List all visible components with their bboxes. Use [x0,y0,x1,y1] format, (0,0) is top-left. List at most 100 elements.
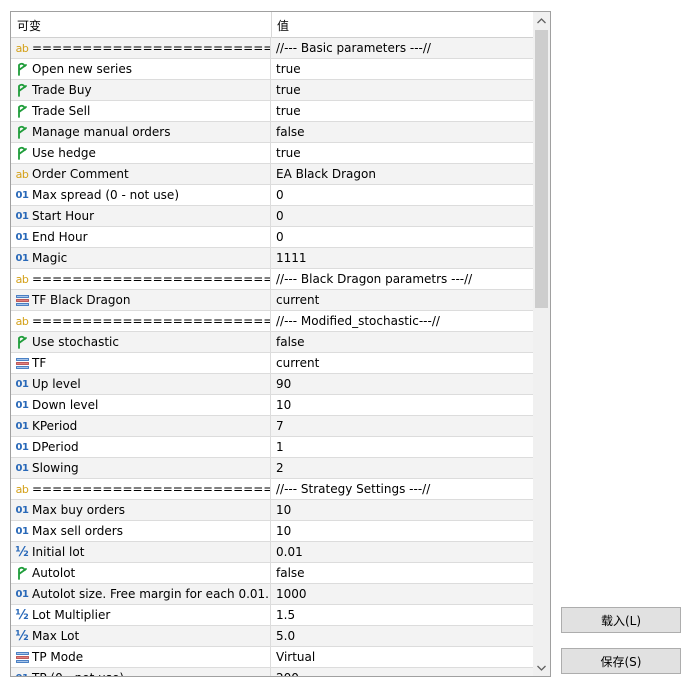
value-cell[interactable]: Virtual [273,647,534,667]
table-row[interactable]: 01 Up level 90 [11,374,534,395]
scroll-down-icon[interactable] [533,659,550,676]
table-row[interactable]: Autolot false [11,563,534,584]
variable-cell[interactable]: 01 DPeriod [11,437,271,457]
load-button[interactable]: 载入(L) [561,607,681,633]
variable-cell[interactable]: 01 Start Hour [11,206,271,226]
value-cell[interactable]: 7 [273,416,534,436]
value-cell[interactable]: current [273,353,534,373]
table-row[interactable]: Use hedge true [11,143,534,164]
variable-cell[interactable]: 01TP (0 - not use) [11,668,271,676]
table-row[interactable]: ½ Lot Multiplier 1.5 [11,605,534,626]
value-cell[interactable]: 10 [273,500,534,520]
table-row[interactable]: ab==============================//--- Bl… [11,269,534,290]
value-cell[interactable]: 200 [273,668,534,676]
column-header-variable[interactable]: 可变 [17,17,41,34]
variable-cell[interactable]: 01 Max spread (0 - not use) [11,185,271,205]
variable-cell[interactable]: Manage manual orders [11,122,271,142]
variable-cell[interactable]: ab============================== [11,38,271,58]
variable-cell[interactable]: TF [11,353,271,373]
table-row[interactable]: 01 Magic 1111 [11,248,534,269]
variable-cell[interactable]: 01 End Hour [11,227,271,247]
table-row[interactable]: Trade Sell true [11,101,534,122]
value-cell[interactable]: 1 [273,437,534,457]
scroll-up-icon[interactable] [533,12,550,29]
variable-cell[interactable]: ½ Lot Multiplier [11,605,271,625]
table-row[interactable]: TP Mode Virtual [11,647,534,668]
table-row[interactable]: 01 Max sell orders 10 [11,521,534,542]
value-cell[interactable]: 0 [273,227,534,247]
variable-cell[interactable]: TP Mode [11,647,271,667]
value-cell[interactable]: 90 [273,374,534,394]
table-row[interactable]: ab Order Comment EA Black Dragon [11,164,534,185]
value-cell[interactable]: 0 [273,185,534,205]
table-row[interactable]: TF current [11,353,534,374]
variable-cell[interactable]: ab============================== [11,311,271,331]
table-row[interactable]: 01TP (0 - not use)200 [11,668,534,676]
scrollbar-thumb[interactable] [535,30,548,308]
variable-cell[interactable]: Open new series [11,59,271,79]
variable-cell[interactable]: 01 Magic [11,248,271,268]
table-row[interactable]: 01 Max spread (0 - not use) 0 [11,185,534,206]
table-row[interactable]: TF Black Dragon current [11,290,534,311]
variable-cell[interactable]: Autolot [11,563,271,583]
variable-cell[interactable]: TF Black Dragon [11,290,271,310]
value-cell[interactable]: true [273,101,534,121]
value-cell[interactable]: 0.01 [273,542,534,562]
value-cell[interactable]: 1111 [273,248,534,268]
value-cell[interactable]: //--- Modified_stochastic---// [273,311,534,331]
table-row[interactable]: 01 Start Hour 0 [11,206,534,227]
value-cell[interactable]: current [273,290,534,310]
table-row[interactable]: 01 KPeriod 7 [11,416,534,437]
variable-cell[interactable]: ½ Initial lot [11,542,271,562]
value-cell[interactable]: 1000 [273,584,534,604]
variable-cell[interactable]: 01 Up level [11,374,271,394]
value-cell[interactable]: false [273,563,534,583]
table-row[interactable]: Use stochastic false [11,332,534,353]
table-row[interactable]: 01 Down level 10 [11,395,534,416]
table-row[interactable]: Manage manual orders false [11,122,534,143]
value-cell[interactable]: 10 [273,395,534,415]
value-cell[interactable]: //--- Basic parameters ---// [273,38,534,58]
variable-cell[interactable]: ab Order Comment [11,164,271,184]
variable-cell[interactable]: 01 KPeriod [11,416,271,436]
table-row[interactable]: Open new series true [11,59,534,80]
table-row[interactable]: ab==============================//--- Mo… [11,311,534,332]
variable-cell[interactable]: Use hedge [11,143,271,163]
variable-cell[interactable]: Use stochastic [11,332,271,352]
table-row[interactable]: 01 Slowing 2 [11,458,534,479]
variable-cell[interactable]: 01 Max sell orders [11,521,271,541]
variable-cell[interactable]: ½ Max Lot [11,626,271,646]
value-cell[interactable]: false [273,332,534,352]
table-row[interactable]: ab==============================//--- Ba… [11,38,534,59]
value-cell[interactable]: 0 [273,206,534,226]
table-row[interactable]: ½ Max Lot 5.0 [11,626,534,647]
table-row[interactable]: 01 End Hour 0 [11,227,534,248]
table-row[interactable]: ½ Initial lot 0.01 [11,542,534,563]
value-cell[interactable]: //--- Black Dragon parametrs ---// [273,269,534,289]
value-cell[interactable]: false [273,122,534,142]
table-row[interactable]: 01 Autolot size. Free margin for each 0.0… [11,584,534,605]
variable-cell[interactable]: Trade Buy [11,80,271,100]
variable-cell[interactable]: Trade Sell [11,101,271,121]
save-button[interactable]: 保存(S) [561,648,681,674]
variable-cell[interactable]: 01 Autolot size. Free margin for each 0.0… [11,584,271,604]
table-row[interactable]: Trade Buy true [11,80,534,101]
table-row[interactable]: 01 Max buy orders 10 [11,500,534,521]
variable-cell[interactable]: ab============================== [11,269,271,289]
value-cell[interactable]: 10 [273,521,534,541]
variable-cell[interactable]: ab============================== [11,479,271,499]
value-cell[interactable]: true [273,80,534,100]
vertical-scrollbar[interactable] [533,12,550,676]
table-row[interactable]: ab==============================//--- St… [11,479,534,500]
variable-cell[interactable]: 01 Max buy orders [11,500,271,520]
variable-cell[interactable]: 01 Slowing [11,458,271,478]
column-header-value[interactable]: 值 [277,17,289,34]
variable-cell[interactable]: 01 Down level [11,395,271,415]
value-cell[interactable]: true [273,143,534,163]
table-row[interactable]: 01 DPeriod 1 [11,437,534,458]
value-cell[interactable]: 5.0 [273,626,534,646]
value-cell[interactable]: true [273,59,534,79]
value-cell[interactable]: 1.5 [273,605,534,625]
value-cell[interactable]: //--- Strategy Settings ---// [273,479,534,499]
column-separator[interactable] [271,12,272,38]
